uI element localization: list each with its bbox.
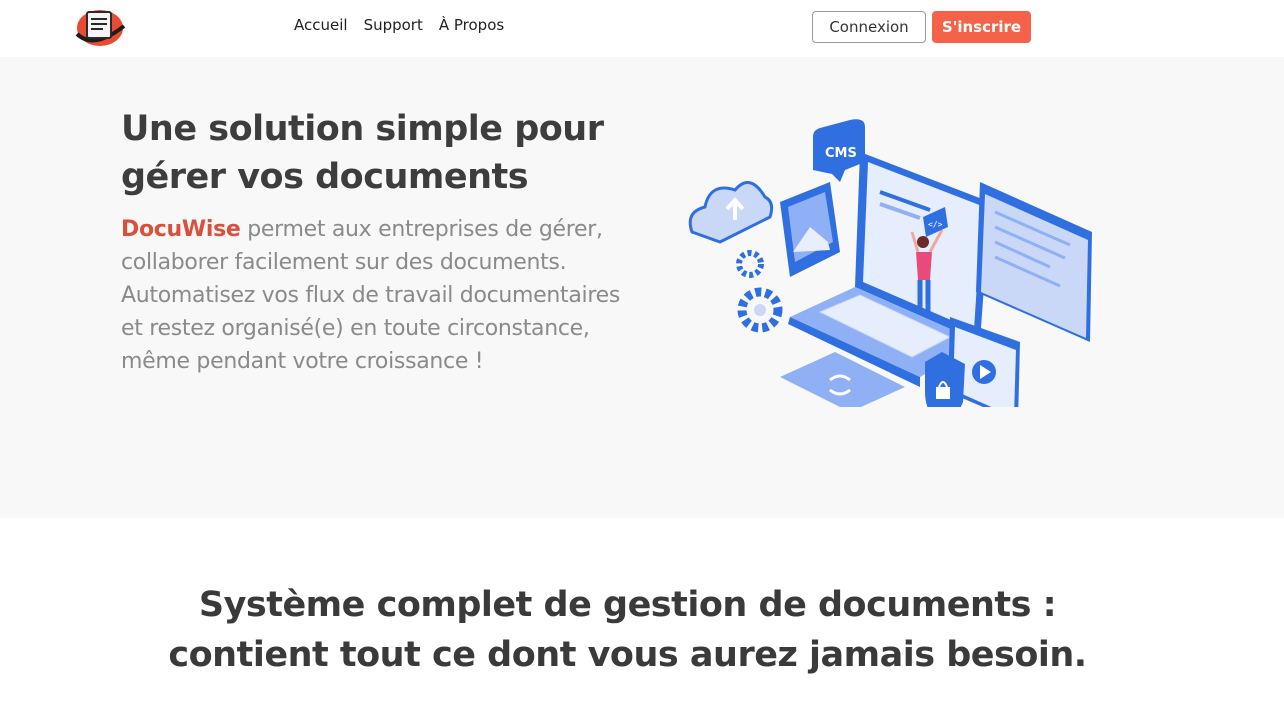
svg-text:</>: </> — [928, 220, 943, 229]
logo-icon[interactable] — [74, 4, 126, 50]
hero-section: Une solution simple pour gérer vos docum… — [0, 57, 1284, 518]
browser-window-icon — [976, 182, 1092, 342]
hero-description: DocuWise permet aux entreprises de gérer… — [121, 213, 621, 378]
nav-link-support[interactable]: Support — [364, 16, 423, 34]
cloud-upload-icon — [688, 181, 774, 244]
signup-button[interactable]: S'inscrire — [932, 11, 1031, 43]
brand-name: DocuWise — [121, 217, 241, 242]
gear-icon — [736, 250, 783, 333]
cms-bubble-icon: CMS — [813, 119, 865, 182]
features-section-title: Système complet de gestion de documents … — [168, 585, 1087, 675]
login-button[interactable]: Connexion — [812, 11, 926, 43]
hero-title: Une solution simple pour gérer vos docum… — [121, 109, 604, 197]
nav-link-accueil[interactable]: Accueil — [294, 16, 348, 34]
cms-label: CMS — [825, 146, 857, 161]
main-nav: Accueil Support À Propos — [294, 16, 504, 34]
document-management-illustration: CMS </> — [688, 119, 1092, 407]
top-navbar: Accueil Support À Propos Connexion S'ins… — [0, 0, 1284, 57]
nav-link-a-propos[interactable]: À Propos — [439, 16, 504, 34]
image-card-icon — [780, 182, 840, 277]
